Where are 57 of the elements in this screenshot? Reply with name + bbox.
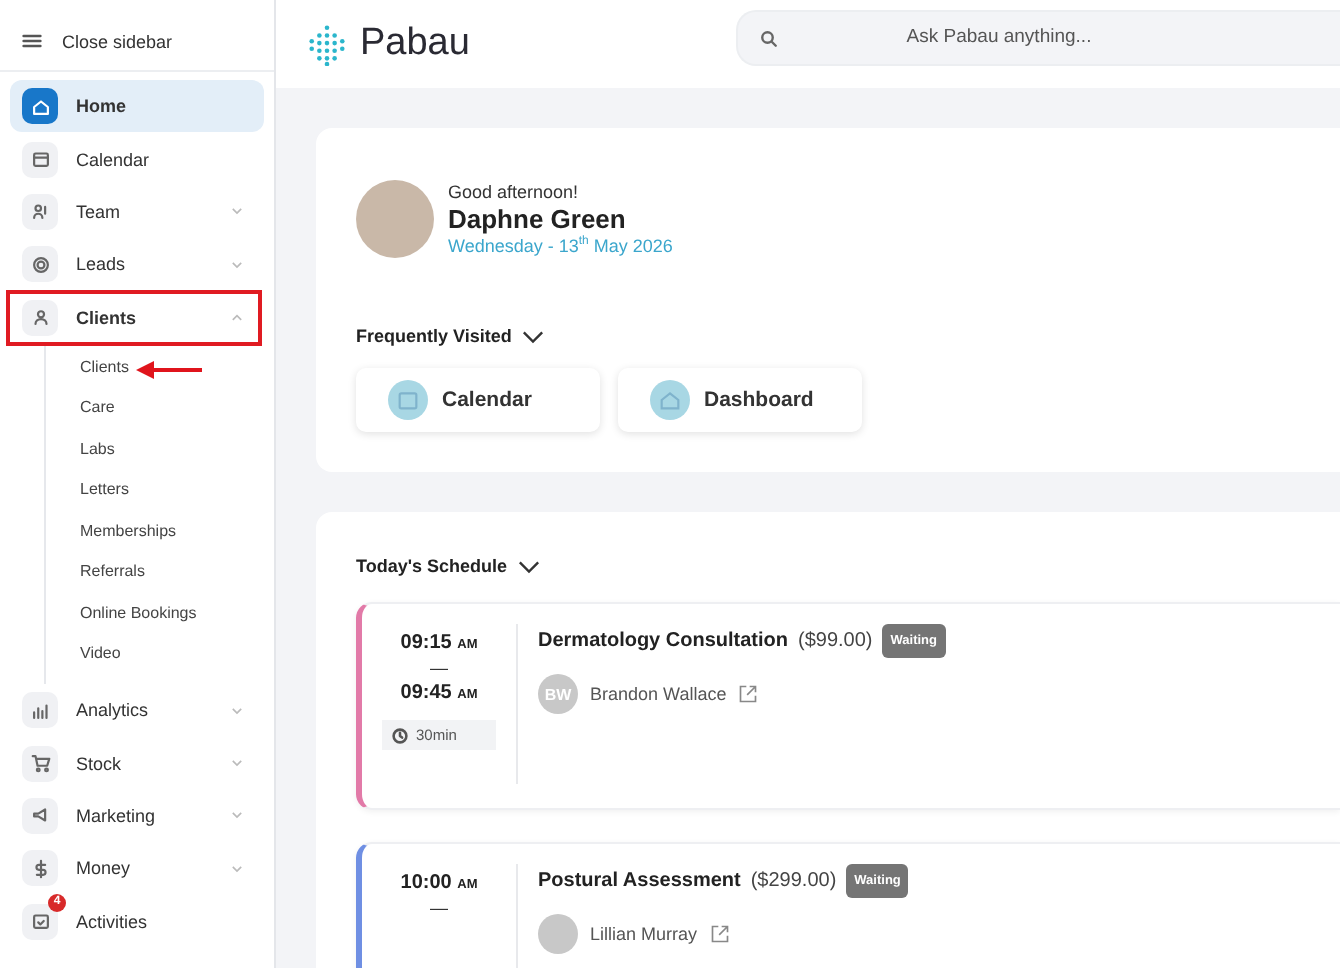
chevron-down-icon[interactable]	[521, 329, 544, 343]
service-name: Dermatology Consultation	[538, 630, 789, 652]
calendar-icon	[388, 380, 428, 420]
brand-name: Pabau	[360, 22, 470, 66]
section-title: Frequently Visited	[356, 326, 512, 346]
sub-nav-item[interactable]: Memberships	[46, 511, 177, 553]
person-icon	[29, 306, 51, 329]
sub-nav-item[interactable]: Labs	[46, 429, 115, 471]
external-link-icon[interactable]	[709, 924, 730, 944]
calendar-icon	[29, 148, 51, 171]
nav-item[interactable]: Money	[10, 842, 264, 896]
sub-nav-item[interactable]: Letters	[46, 470, 129, 512]
nav-item[interactable]: Leads	[10, 238, 264, 292]
nav-item[interactable]: Team	[10, 185, 264, 239]
greeting-text: Good afternoon!	[448, 182, 581, 202]
shortcut-button[interactable]: Calendar	[356, 368, 600, 432]
sub-nav-item[interactable]: Video	[46, 634, 121, 676]
menu-icon	[22, 32, 42, 50]
price-text: ($299.00)	[750, 870, 837, 892]
sub-nav-item[interactable]: Online Bookings	[46, 593, 197, 635]
sub-nav-item[interactable]: Clients	[46, 347, 129, 389]
logo-icon	[306, 23, 348, 65]
dollar-icon	[29, 857, 51, 880]
nav-item[interactable]: Home	[10, 80, 264, 133]
nav-item[interactable]: Marketing	[10, 789, 264, 843]
section-title: Today's Schedule	[356, 556, 507, 576]
date-text: Wednesday - 13$^{th}$ May 2026	[448, 236, 673, 256]
avatar-placeholder	[356, 180, 434, 258]
time-separator: —	[430, 658, 448, 680]
shortcut-button[interactable]: Dashboard	[618, 368, 862, 432]
sidebar-toggle[interactable]: Close sidebar	[0, 12, 274, 72]
sub-nav-item[interactable]: Referrals	[46, 552, 145, 594]
cart-icon	[29, 752, 51, 775]
calendar-check-icon	[29, 910, 51, 933]
nav-item[interactable]: Calendar	[10, 132, 264, 186]
clock-icon	[392, 727, 408, 743]
client-name[interactable]: Brandon Wallace	[590, 684, 727, 704]
time-separator: —	[430, 898, 448, 920]
bar-chart-icon	[29, 699, 51, 722]
search-field[interactable]: Ask Pabau anything...	[736, 9, 1340, 65]
nav-item[interactable]: Stock	[10, 736, 264, 790]
target-icon	[29, 253, 51, 276]
sub-nav-item[interactable]: Care	[46, 388, 115, 430]
user-name: Daphne Green	[448, 204, 628, 234]
house-icon	[650, 380, 690, 420]
megaphone-icon	[29, 804, 51, 827]
house-icon	[29, 95, 51, 118]
service-name: Postural Assessment	[538, 870, 741, 892]
client-avatar	[538, 914, 578, 954]
nav-item[interactable]: Analytics	[10, 683, 264, 737]
client-name[interactable]: Lillian Murray	[590, 924, 698, 944]
external-link-icon[interactable]	[738, 684, 759, 704]
chevron-down-icon[interactable]	[517, 559, 539, 573]
nav-item[interactable]: Clients	[10, 291, 264, 344]
sidebar-toggle-label: Close sidebar	[62, 31, 173, 51]
price-text: ($99.00)	[798, 630, 873, 652]
people-icon	[29, 200, 51, 223]
